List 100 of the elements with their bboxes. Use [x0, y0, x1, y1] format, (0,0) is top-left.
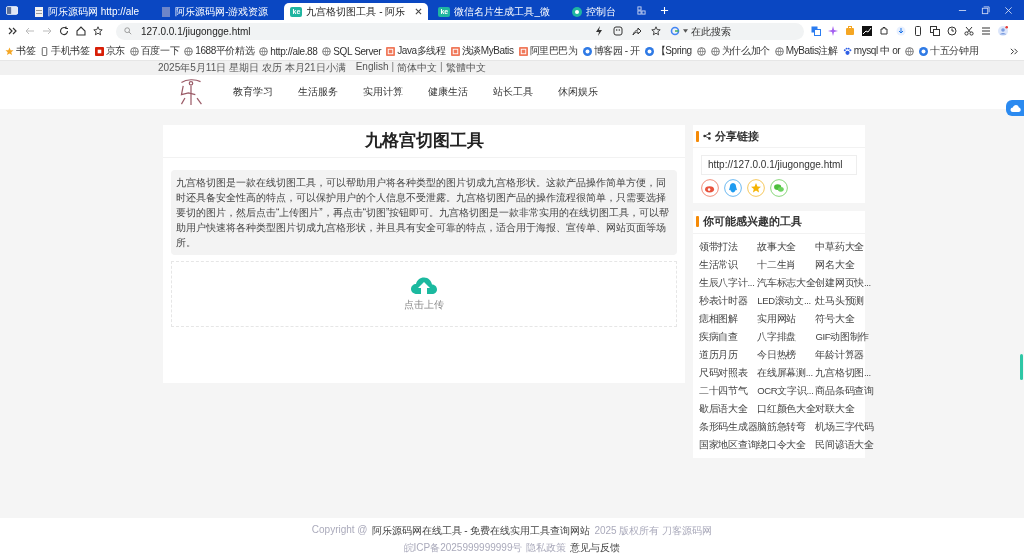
tool-link[interactable]: 道历月历 — [699, 345, 758, 364]
tool-link[interactable]: 领带打法 — [699, 237, 758, 256]
new-tab-icon[interactable] — [659, 5, 669, 15]
side-handle[interactable] — [1020, 354, 1023, 380]
nav-link[interactable]: 健康生活 — [428, 85, 468, 99]
tool-link[interactable]: 八字排盘 — [757, 327, 816, 346]
tool-link[interactable]: 在线屏幕测... — [757, 363, 816, 382]
tool-link[interactable]: 绕口令大全 — [757, 435, 816, 454]
address-bar[interactable]: 127.0.0.1/jiugongge.html 在此搜索 — [116, 22, 804, 40]
puzzle-icon[interactable] — [879, 26, 889, 36]
lightning-icon[interactable] — [594, 26, 604, 36]
share-icon[interactable] — [632, 26, 642, 36]
floating-button[interactable] — [1006, 100, 1024, 116]
tool-link[interactable]: 符号大全 — [815, 309, 874, 328]
translate-icon[interactable] — [811, 26, 821, 36]
upload-area[interactable]: 点击上传 — [171, 261, 677, 327]
tool-link[interactable]: 口红颜色大全 — [757, 399, 816, 418]
bookmark-item[interactable]: http://ale.88 — [259, 45, 318, 57]
bookmark-item[interactable]: 为什么加个 — [710, 44, 770, 58]
tool-link[interactable]: 疾病自查 — [699, 327, 758, 346]
tool-link[interactable]: 生活常识 — [699, 255, 758, 274]
tool-link[interactable]: 脑筋急转弯 — [757, 417, 816, 436]
phone-icon[interactable] — [913, 26, 923, 36]
bookmark-item[interactable]: Java多线程 — [386, 44, 446, 58]
browser-tab[interactable]: 控制台 — [565, 3, 628, 20]
tool-link[interactable]: LED滚动文... — [757, 291, 816, 310]
nav-link[interactable]: 生活服务 — [298, 85, 338, 99]
tab-groups-icon[interactable] — [636, 5, 646, 15]
nav-link[interactable]: 休闲娱乐 — [558, 85, 598, 99]
tool-link[interactable]: 灶马头预测 — [815, 291, 874, 310]
language-link[interactable]: English — [355, 61, 389, 75]
bookmark-item[interactable]: 书签 — [5, 44, 36, 58]
tool-link[interactable]: 机场三字代码 — [815, 417, 874, 436]
tool-link[interactable]: OCR文字识... — [757, 381, 816, 400]
tool-link[interactable]: 尺码对照表 — [699, 363, 758, 382]
nav-link[interactable]: 站长工具 — [493, 85, 533, 99]
tool-link[interactable]: GIF动图制作 — [815, 327, 874, 346]
bookmark-item[interactable]: SQL Server — [322, 45, 382, 57]
bookmark-item[interactable]: 1688平价精选 — [184, 44, 255, 58]
home-icon[interactable] — [76, 26, 86, 36]
tool-link[interactable]: 中草药大全 — [815, 237, 874, 256]
tool-link[interactable]: 秒表计时器 — [699, 291, 758, 310]
scissors-icon[interactable] — [964, 26, 974, 36]
tool-link[interactable]: 条形码生成器 — [699, 417, 758, 436]
bookmark-item[interactable]: 【Spring — [644, 44, 692, 58]
nav-link[interactable]: 教育学习 — [233, 85, 273, 99]
bookmark-item[interactable]: 手机书签 — [40, 44, 90, 58]
tool-link[interactable]: 对联大全 — [815, 399, 874, 418]
tool-link[interactable]: 商品条码查询 — [815, 381, 874, 400]
tool-link[interactable]: 国家地区查询 — [699, 435, 758, 454]
bookmark-item[interactable] — [696, 46, 706, 56]
chevrons-icon[interactable] — [1010, 46, 1019, 56]
chart-icon[interactable] — [862, 26, 872, 36]
restore-icon[interactable] — [981, 5, 990, 15]
tool-link[interactable]: 痣相图解 — [699, 309, 758, 328]
tool-link[interactable]: 网名大全 — [815, 255, 874, 274]
share-url-field[interactable]: http://127.0.0.1/jiugongge.html — [701, 154, 857, 175]
bookmark-item[interactable]: 京东 — [94, 44, 125, 58]
star-share-icon[interactable] — [747, 178, 765, 197]
avatar-icon[interactable] — [998, 26, 1008, 36]
history-icon[interactable] — [947, 26, 957, 36]
browser-tab[interactable]: 阿乐源码网-游戏资源 — [155, 3, 281, 20]
search-field[interactable]: 在此搜索 — [691, 25, 781, 37]
bookmark-item[interactable]: 浅谈MyBatis — [450, 44, 514, 58]
tool-link[interactable]: 故事大全 — [757, 237, 816, 256]
menu-icon[interactable] — [981, 26, 991, 36]
close-icon[interactable] — [415, 8, 423, 15]
tool-link[interactable]: 实用网站 — [757, 309, 816, 328]
weibo-share-icon[interactable] — [701, 178, 719, 197]
sparkle-icon[interactable] — [828, 26, 838, 36]
bookmark-item[interactable]: mysql 中 or — [842, 44, 901, 58]
logo-icon[interactable] — [178, 77, 204, 107]
qq-share-icon[interactable] — [724, 178, 742, 197]
bookmark-item[interactable]: 阿里巴巴为 — [518, 44, 578, 58]
tool-link[interactable]: 九宫格切图... — [815, 363, 874, 382]
feedback-link[interactable]: 意见与反馈 — [570, 540, 621, 555]
chevrons-icon[interactable] — [8, 26, 18, 36]
nav-link[interactable]: 实用计算 — [363, 85, 403, 99]
tool-link[interactable]: 汽车标志大全 — [757, 273, 816, 292]
sidebar-icon[interactable] — [6, 5, 18, 15]
language-link[interactable]: 简体中文 — [397, 61, 438, 75]
copy-icon[interactable] — [930, 26, 940, 36]
tool-link[interactable]: 创建网页快... — [815, 273, 874, 292]
tool-link[interactable]: 民间谚语大全 — [815, 435, 874, 454]
bookmark-item[interactable]: MyBatis注解 — [774, 44, 838, 58]
tool-link[interactable]: 生辰八字计... — [699, 273, 758, 292]
reload-icon[interactable] — [59, 26, 69, 36]
bookmark-item[interactable]: 博客园 - 开 — [582, 44, 640, 58]
bookmark-item[interactable]: 十五分钟用 — [919, 44, 979, 58]
bookmark-item[interactable] — [905, 46, 915, 56]
download-icon[interactable] — [896, 26, 906, 36]
language-link[interactable]: 繁體中文 — [445, 61, 486, 75]
tool-link[interactable]: 十二生肖 — [757, 255, 816, 274]
tool-link[interactable]: 歇后语大全 — [699, 399, 758, 418]
tool-link[interactable]: 今日热榜 — [757, 345, 816, 364]
bookmark-star-icon[interactable] — [93, 26, 103, 36]
site-link[interactable]: 阿乐源码网在线工具 - 免费在线实用工具查询网站 — [371, 523, 591, 538]
browser-tab[interactable]: 阿乐源码网 http://ale — [28, 3, 152, 20]
bookmark-item[interactable]: 百度一下 — [129, 44, 180, 58]
tool-link[interactable]: 年龄计算器 — [815, 345, 874, 364]
